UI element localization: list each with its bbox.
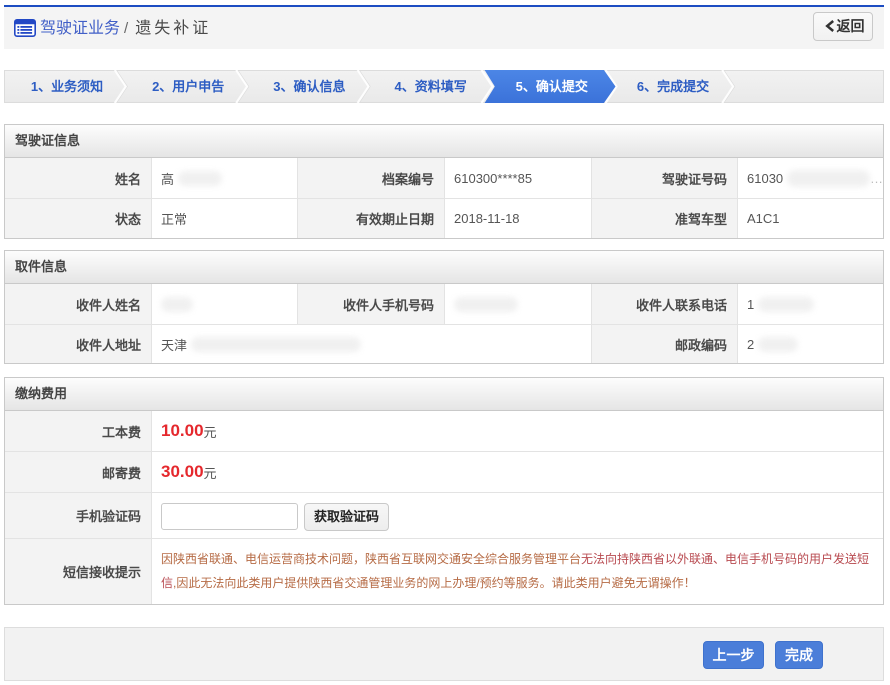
svg-text:5、确认提交: 5、确认提交 (516, 79, 588, 94)
svg-text:6、完成提交: 6、完成提交 (637, 79, 709, 94)
svg-text:3、确认信息: 3、确认信息 (273, 79, 345, 94)
svg-text:4、资料填写: 4、资料填写 (394, 79, 466, 94)
svg-text:2、用户申告: 2、用户申告 (152, 79, 224, 94)
svg-text:1、业务须知: 1、业务须知 (31, 79, 103, 94)
